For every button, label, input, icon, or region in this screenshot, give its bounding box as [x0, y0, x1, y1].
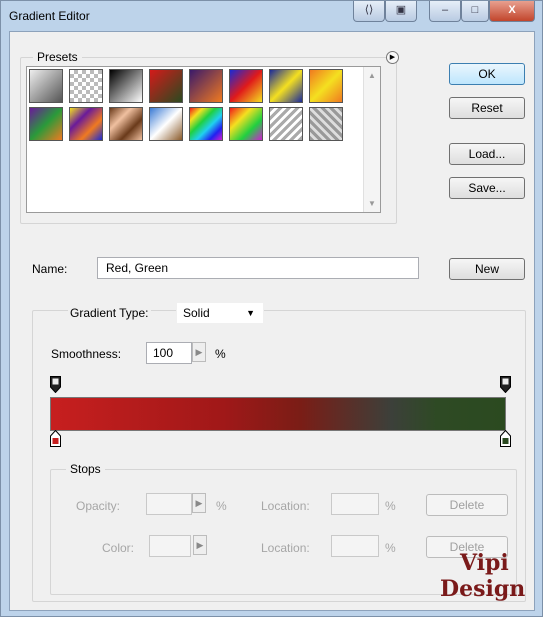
- color-swatch-field[interactable]: [149, 535, 191, 557]
- color-arrow-icon[interactable]: ▶: [193, 535, 207, 555]
- aero-peek-button[interactable]: ⟨⟩: [353, 1, 385, 22]
- dialog-client-area: Presets ▶ ▲ ▼ OK Reset Load... Save... N…: [9, 31, 535, 611]
- preset-swatch-transparent-checker[interactable]: [69, 69, 103, 103]
- preset-swatch-copper[interactable]: [109, 107, 143, 141]
- preset-swatch-blue-yellow-blue[interactable]: [269, 69, 303, 103]
- close-button[interactable]: X: [489, 1, 535, 22]
- flyout-arrow-icon[interactable]: ▶: [386, 51, 399, 64]
- preset-swatch-transparent-stripes[interactable]: [269, 107, 303, 141]
- delete-opacity-stop-button[interactable]: Delete: [426, 494, 508, 516]
- window-title: Gradient Editor: [9, 9, 90, 23]
- gradient-editor-window: Gradient Editor ⟨⟩ ▣ – □ X Presets ▶ ▲ ▼…: [0, 0, 543, 617]
- gradient-type-value: Solid: [183, 306, 210, 320]
- color-label: Color:: [102, 541, 135, 555]
- opacity-location-field[interactable]: [331, 493, 379, 515]
- color-location-field[interactable]: [331, 535, 379, 557]
- color-stop-right[interactable]: [500, 430, 511, 447]
- opacity-field[interactable]: [146, 493, 192, 515]
- opacity-label: Opacity:: [76, 499, 121, 513]
- name-field[interactable]: Red, Green: [97, 257, 419, 279]
- preset-swatch-blue-red-yellow[interactable]: [229, 69, 263, 103]
- maximize-button[interactable]: □: [461, 1, 489, 22]
- minimize-button[interactable]: –: [429, 1, 461, 22]
- preset-swatch-chrome[interactable]: [149, 107, 183, 141]
- gradient-type-select[interactable]: Solid ▼: [176, 302, 264, 324]
- gradient-preview-bar[interactable]: [50, 397, 506, 431]
- scroll-up-icon[interactable]: ▲: [368, 71, 376, 80]
- watermark-line-1: Vipi: [460, 550, 509, 576]
- preset-swatch-checker-diagonal[interactable]: [309, 107, 343, 141]
- preset-swatch-black-to-white[interactable]: [109, 69, 143, 103]
- load-button[interactable]: Load...: [449, 143, 525, 165]
- new-button[interactable]: New: [449, 258, 525, 280]
- preset-swatch-black-white[interactable]: [29, 69, 63, 103]
- preset-swatch-transparent-rainbow[interactable]: [229, 107, 263, 141]
- reset-button[interactable]: Reset: [449, 97, 525, 119]
- presets-list[interactable]: ▲ ▼: [26, 66, 381, 213]
- opacity-arrow-icon[interactable]: ▶: [192, 493, 206, 513]
- name-label: Name:: [32, 262, 68, 276]
- preset-swatch-violet-orange[interactable]: [189, 69, 223, 103]
- presets-label: Presets: [33, 50, 82, 64]
- opacity-location-label: Location:: [261, 499, 310, 513]
- watermark-line-2: Design: [440, 576, 526, 602]
- opacity-location-unit: %: [385, 499, 396, 513]
- preset-swatch-violet-green-orange[interactable]: [29, 107, 63, 141]
- restore-layout-button[interactable]: ▣: [385, 1, 417, 22]
- preset-swatch-spectrum[interactable]: [189, 107, 223, 141]
- opacity-unit: %: [216, 499, 227, 513]
- preset-swatch-yellow-violet-orange-blue[interactable]: [69, 107, 103, 141]
- stops-label: Stops: [66, 462, 105, 476]
- color-location-label: Location:: [261, 541, 310, 555]
- preset-swatch-orange-yellow-orange[interactable]: [309, 69, 343, 103]
- title-bar[interactable]: Gradient Editor ⟨⟩ ▣ – □ X: [1, 1, 542, 31]
- smoothness-field[interactable]: 100: [146, 342, 192, 364]
- gradient-type-label: Gradient Type:: [68, 306, 151, 320]
- opacity-stop-left[interactable]: [50, 376, 61, 393]
- presets-scrollbar[interactable]: ▲ ▼: [363, 67, 380, 212]
- opacity-stop-right[interactable]: [500, 376, 511, 393]
- smoothness-label: Smoothness:: [51, 347, 122, 361]
- chevron-down-icon: ▼: [246, 308, 255, 318]
- save-button[interactable]: Save...: [449, 177, 525, 199]
- smoothness-arrow-icon[interactable]: ▶: [192, 342, 206, 362]
- color-stop-left[interactable]: [50, 430, 61, 447]
- scroll-down-icon[interactable]: ▼: [368, 199, 376, 208]
- ok-button[interactable]: OK: [449, 63, 525, 85]
- preset-swatch-red-green[interactable]: [149, 69, 183, 103]
- color-location-unit: %: [385, 541, 396, 555]
- smoothness-unit: %: [215, 347, 226, 361]
